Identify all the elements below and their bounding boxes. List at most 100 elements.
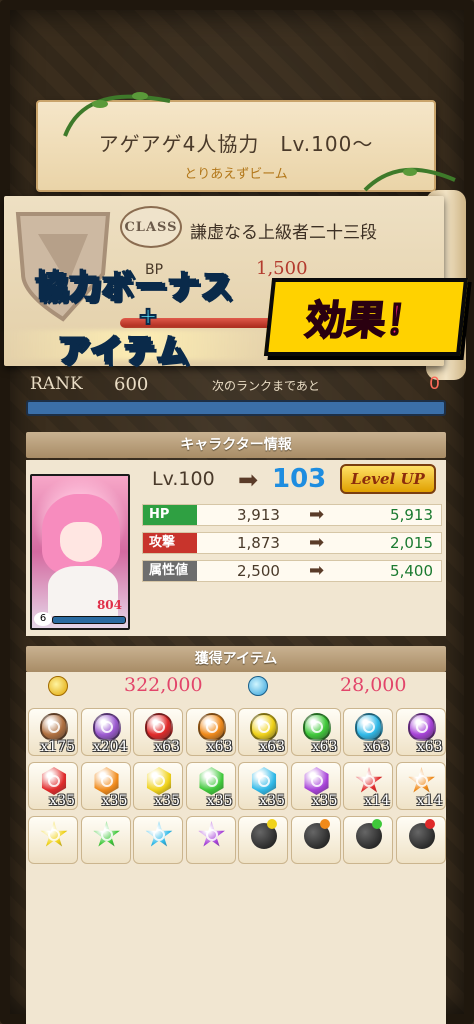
item-slot[interactable]: x35 (80, 762, 131, 810)
gem-symbol-icon (363, 775, 375, 787)
item-slot[interactable]: x175 (28, 708, 78, 756)
promo-effect-badge: 効果！ (263, 278, 469, 356)
orb-icon (248, 676, 268, 696)
orb-value: 28,000 (340, 674, 407, 696)
gem-symbol-icon (415, 721, 428, 733)
item-slot[interactable]: x35 (185, 762, 236, 810)
gem-symbol-icon (258, 775, 270, 787)
stat-old-value: 1,873 (237, 534, 280, 552)
coin-icon (48, 676, 68, 696)
item-count: x175 (40, 739, 75, 755)
red-gem-icon (145, 713, 173, 741)
item-slot[interactable] (133, 816, 183, 864)
orange-crystal-icon (94, 767, 119, 795)
gem-symbol-icon (48, 775, 60, 787)
arrow-right-icon: ➡ (309, 560, 325, 581)
portrait-gauge (52, 616, 126, 624)
stat-row: 属性値 2,500 ➡ 5,400 (142, 560, 442, 582)
green-gem-icon (302, 713, 331, 741)
item-slot[interactable]: x63 (395, 708, 446, 756)
gem-symbol-icon (100, 829, 113, 841)
cyan-star-icon (145, 821, 173, 847)
item-slot[interactable]: x63 (238, 708, 288, 756)
item-slot[interactable]: x63 (133, 708, 183, 756)
gem-symbol-icon (100, 721, 113, 733)
rank-next-label: 次のランクまであと (212, 379, 320, 393)
item-slot[interactable] (185, 816, 236, 864)
item-slot[interactable] (80, 816, 131, 864)
stat-row: HP 3,913 ➡ 5,913 (142, 504, 442, 526)
promo-bonus-text: 協力ボーナス (35, 267, 235, 307)
item-count: x63 (206, 739, 233, 755)
item-count: x35 (206, 793, 233, 809)
red-star-icon (355, 767, 383, 793)
stat-label: 属性値 (143, 561, 197, 581)
orange-star-icon (408, 767, 435, 793)
vine-decoration-icon (63, 92, 171, 137)
purple-gem-icon (407, 713, 436, 741)
gem-symbol-icon (415, 775, 428, 787)
gem-symbol-icon (310, 775, 323, 787)
rank-progress-bar (26, 400, 446, 416)
item-slot[interactable] (395, 816, 446, 864)
portrait-level: 6 (34, 612, 52, 626)
rank-next-value: 0 (429, 374, 440, 394)
item-count: x63 (311, 739, 338, 755)
yellow-crystal-icon (146, 767, 172, 795)
item-slot[interactable]: x35 (238, 762, 288, 810)
gem-symbol-icon (363, 721, 375, 733)
class-name: 謙虚なる上級者二十三段 (190, 223, 377, 243)
gem-symbol-icon (153, 775, 165, 787)
cyan-gem-icon (355, 713, 383, 741)
item-slot[interactable] (290, 816, 341, 864)
item-count: x35 (311, 793, 338, 809)
item-count: x35 (154, 793, 180, 809)
item-slot[interactable] (343, 816, 393, 864)
gem-symbol-icon (100, 775, 113, 787)
arrow-right-icon: ➡ (309, 532, 325, 553)
class-badge: CLASS (120, 206, 182, 248)
item-slot[interactable]: x35 (28, 762, 78, 810)
item-slot[interactable]: x204 (80, 708, 131, 756)
item-count: x204 (92, 739, 128, 755)
stat-new-value: 2,015 (390, 534, 433, 552)
gem-symbol-icon (205, 775, 218, 787)
item-count: x63 (259, 739, 285, 755)
orange-gem-icon (197, 713, 226, 741)
gem-symbol-icon (258, 721, 270, 733)
item-slot[interactable]: x63 (343, 708, 393, 756)
item-slot[interactable]: x35 (133, 762, 183, 810)
purple-crystal-icon (304, 767, 329, 795)
yellow-star-icon (40, 821, 68, 847)
item-slot[interactable]: x14 (343, 762, 393, 810)
item-count: x35 (101, 793, 128, 809)
item-count: x14 (364, 793, 390, 809)
character-portrait[interactable]: 804 6 (30, 474, 130, 630)
item-count: x35 (49, 793, 75, 809)
bomb-icon (408, 819, 435, 849)
green-star-icon (93, 821, 120, 847)
item-slot[interactable]: x14 (395, 762, 446, 810)
level-old: Lv.100 (152, 468, 215, 490)
portrait-number: 804 (96, 598, 122, 612)
item-slot[interactable]: x63 (290, 708, 341, 756)
item-slot[interactable]: x63 (185, 708, 236, 756)
red-crystal-icon (41, 767, 67, 795)
rank-value: 600 (114, 374, 149, 395)
gem-symbol-icon (153, 829, 165, 841)
gem-symbol-icon (310, 721, 323, 733)
rank-label: RANK (30, 374, 83, 394)
rainbow-gem-icon (92, 713, 121, 741)
gem-symbol-icon (48, 721, 60, 733)
item-slot[interactable] (28, 816, 78, 864)
character-info-header: キャラクター情報 (26, 432, 446, 458)
gem-symbol-icon (205, 721, 218, 733)
bomb-icon (356, 819, 382, 849)
bp-value: 1,500 (256, 258, 308, 279)
item-slot[interactable] (238, 816, 288, 864)
cyan-crystal-icon (251, 767, 277, 795)
multi-gem-icon (40, 713, 68, 741)
items-header: 獲得アイテム (26, 646, 446, 672)
promo-effect-text: 効果！ (302, 297, 429, 345)
item-slot[interactable]: x35 (290, 762, 341, 810)
